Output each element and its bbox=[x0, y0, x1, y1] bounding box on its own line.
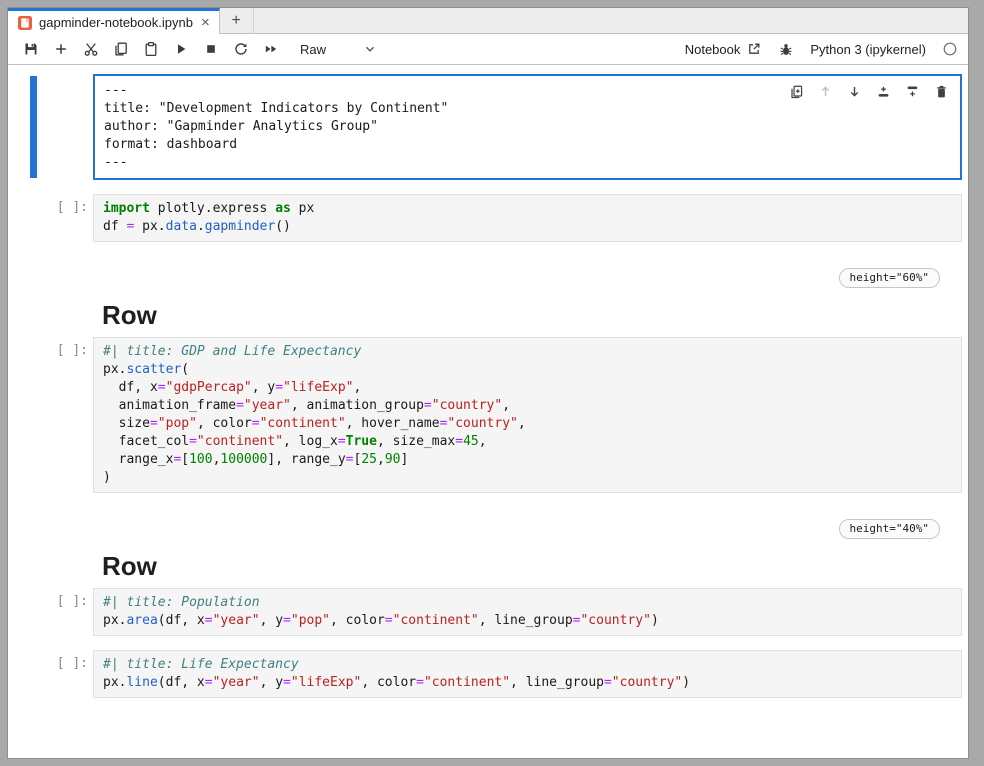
code-line: px.scatter( bbox=[103, 361, 952, 379]
code-line: px.area(df, x="year", y="pop", color="co… bbox=[103, 612, 952, 630]
debugger-bug-icon[interactable] bbox=[778, 41, 794, 57]
code-cell: [ ]:import plotly.express as pxdf = px.d… bbox=[8, 194, 962, 242]
code-line: author: "Gapminder Analytics Group" bbox=[104, 118, 951, 136]
tab-close-icon[interactable]: × bbox=[201, 15, 210, 30]
restart-icon[interactable] bbox=[226, 36, 256, 62]
cell-toolbar bbox=[786, 81, 952, 101]
raw-cell: --- title: "Development Indicators by Con… bbox=[8, 74, 962, 180]
raw-cell-editor[interactable]: --- title: "Development Indicators by Con… bbox=[93, 74, 962, 180]
notebook-content: --- title: "Development Indicators by Con… bbox=[8, 65, 968, 758]
cell-type-dropdown[interactable]: Raw bbox=[300, 41, 378, 57]
tab-bar: gapminder-notebook.ipynb × + bbox=[8, 8, 968, 34]
tab-gapminder-notebook[interactable]: gapminder-notebook.ipynb × bbox=[8, 8, 220, 34]
cell-prompt: [ ]: bbox=[8, 194, 93, 242]
code-line: facet_col="continent", log_x=True, size_… bbox=[103, 433, 952, 451]
markdown-cell: height="40%" Row bbox=[8, 507, 962, 588]
code-cell-editor[interactable]: #| title: GDP and Life Expectancypx.scat… bbox=[93, 337, 962, 493]
cell-prompt: [ ]: bbox=[8, 337, 93, 493]
cell-type-label: Raw bbox=[300, 42, 326, 57]
row-heading: Row bbox=[102, 551, 962, 582]
external-link-icon bbox=[746, 41, 762, 57]
notebook-toolbar: Raw Notebook Python 3 (ipykernel) bbox=[8, 34, 968, 65]
cell-prompt bbox=[8, 507, 93, 588]
markdown-cell: height="60%" Row bbox=[8, 256, 962, 337]
code-line: format: dashboard bbox=[104, 136, 951, 154]
code-line: size="pop", color="continent", hover_nam… bbox=[103, 415, 952, 433]
markdown-content: height="60%" Row bbox=[93, 256, 962, 337]
row-heading: Row bbox=[102, 300, 962, 331]
code-line: title: "Development Indicators by Contin… bbox=[104, 100, 951, 118]
code-cell: [ ]:#| title: Life Expectancypx.line(df,… bbox=[8, 650, 962, 698]
save-icon[interactable] bbox=[16, 36, 46, 62]
code-line: ) bbox=[103, 469, 952, 487]
stop-icon[interactable] bbox=[196, 36, 226, 62]
cell-prompt: [ ]: bbox=[8, 588, 93, 636]
delete-icon[interactable] bbox=[931, 81, 952, 101]
tab-title: gapminder-notebook.ipynb bbox=[39, 15, 193, 30]
cut-icon[interactable] bbox=[76, 36, 106, 62]
code-line: df, x="gdpPercap", y="lifeExp", bbox=[103, 379, 952, 397]
cell-height-badge: height="60%" bbox=[839, 268, 940, 288]
code-cell-editor[interactable]: #| title: Populationpx.area(df, x="year"… bbox=[93, 588, 962, 636]
code-cell-editor[interactable]: import plotly.express as pxdf = px.data.… bbox=[93, 194, 962, 242]
code-line: #| title: GDP and Life Expectancy bbox=[103, 343, 952, 361]
code-line: animation_frame="year", animation_group=… bbox=[103, 397, 952, 415]
cell-prompt bbox=[8, 256, 93, 337]
code-cell: [ ]:#| title: Populationpx.area(df, x="y… bbox=[8, 588, 962, 636]
code-line: --- bbox=[104, 154, 951, 172]
fast-forward-icon[interactable] bbox=[256, 36, 286, 62]
kernel-status-icon[interactable] bbox=[942, 41, 958, 57]
move-down-icon[interactable] bbox=[844, 81, 865, 101]
jupyterlab-window: gapminder-notebook.ipynb × + Raw Noteboo… bbox=[8, 8, 968, 758]
code-cell: [ ]:#| title: GDP and Life Expectancypx.… bbox=[8, 337, 962, 493]
code-cell-editor[interactable]: #| title: Life Expectancypx.line(df, x="… bbox=[93, 650, 962, 698]
cell-selection-indicator bbox=[30, 76, 37, 178]
cell-height-badge: height="40%" bbox=[839, 519, 940, 539]
insert-above-icon[interactable] bbox=[873, 81, 894, 101]
notebook-file-icon bbox=[17, 15, 33, 31]
code-line: range_x=[100,100000], range_y=[25,90] bbox=[103, 451, 952, 469]
paste-icon[interactable] bbox=[136, 36, 166, 62]
code-line: px.line(df, x="year", y="lifeExp", color… bbox=[103, 674, 952, 692]
code-line: #| title: Life Expectancy bbox=[103, 656, 952, 674]
chevron-down-icon bbox=[362, 41, 378, 57]
new-tab-button[interactable]: + bbox=[220, 8, 254, 33]
kernel-name[interactable]: Python 3 (ipykernel) bbox=[810, 42, 926, 57]
cell-prompt bbox=[8, 74, 93, 180]
notebook-mode-label: Notebook bbox=[685, 42, 741, 57]
window-frame: gapminder-notebook.ipynb × + Raw Noteboo… bbox=[0, 0, 984, 766]
add-cell-icon[interactable] bbox=[46, 36, 76, 62]
code-line: df = px.data.gapminder() bbox=[103, 218, 952, 236]
move-up-icon[interactable] bbox=[815, 81, 836, 101]
toolbar-right: Notebook Python 3 (ipykernel) bbox=[685, 41, 958, 57]
code-line: import plotly.express as px bbox=[103, 200, 952, 218]
notebook-mode-button[interactable]: Notebook bbox=[685, 41, 763, 57]
cell-prompt: [ ]: bbox=[8, 650, 93, 698]
duplicate-icon[interactable] bbox=[786, 81, 807, 101]
run-icon[interactable] bbox=[166, 36, 196, 62]
insert-below-icon[interactable] bbox=[902, 81, 923, 101]
code-line: #| title: Population bbox=[103, 594, 952, 612]
toolbar-left-icons bbox=[16, 36, 286, 62]
markdown-content: height="40%" Row bbox=[93, 507, 962, 588]
copy-icon[interactable] bbox=[106, 36, 136, 62]
